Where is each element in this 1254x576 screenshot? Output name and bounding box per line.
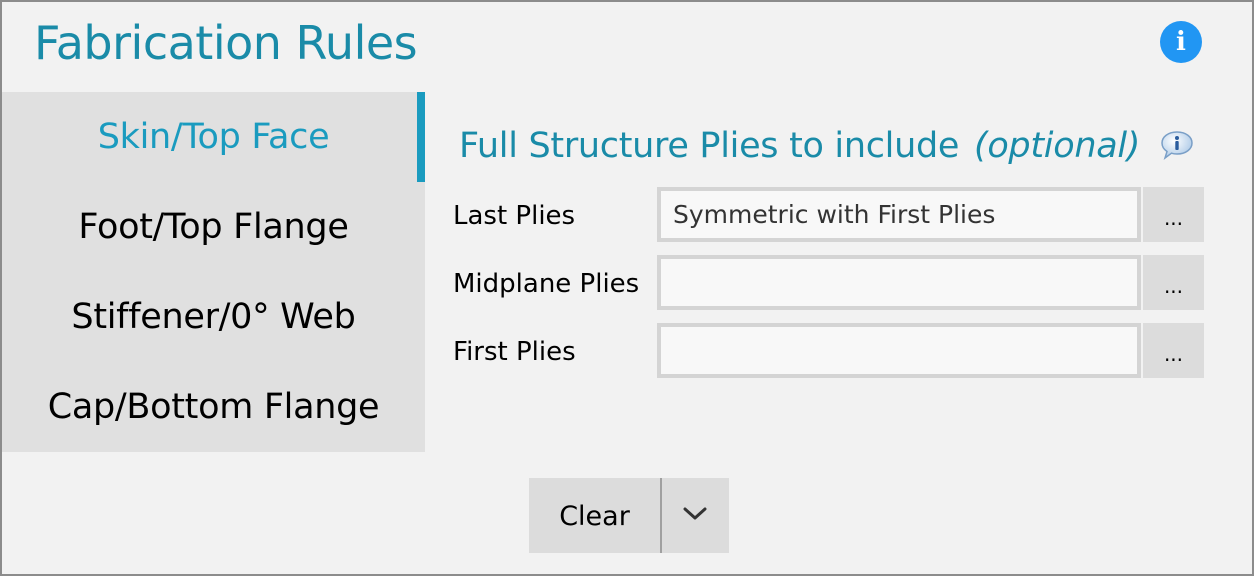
sidebar: Skin/Top Face Foot/Top Flange Stiffener/… <box>2 92 425 452</box>
info-circle-icon[interactable]: i <box>1160 21 1202 63</box>
sidebar-item-skin-top-face[interactable]: Skin/Top Face <box>2 92 425 182</box>
sidebar-item-foot-top-flange[interactable]: Foot/Top Flange <box>2 182 425 272</box>
page-title: Fabrication Rules <box>34 16 418 70</box>
first-plies-input[interactable] <box>657 323 1141 378</box>
info-bubble-icon[interactable] <box>1160 130 1194 160</box>
fabrication-rules-window: Fabrication Rules i Skin/Top Face Foot/T… <box>0 0 1254 576</box>
chevron-down-icon <box>683 507 707 520</box>
section-title-optional: (optional) <box>973 126 1141 166</box>
first-plies-label: First Plies <box>453 337 576 367</box>
last-plies-label: Last Plies <box>453 201 576 231</box>
last-plies-browse-button[interactable]: ... <box>1143 187 1204 242</box>
last-plies-input[interactable] <box>657 187 1141 242</box>
sidebar-item-cap-bottom-flange[interactable]: Cap/Bottom Flange <box>2 362 425 452</box>
active-tab-indicator <box>417 92 425 182</box>
midplane-plies-browse-button[interactable]: ... <box>1143 255 1204 310</box>
section-title-text: Full Structure Plies to include <box>459 126 960 166</box>
section-title: Full Structure Plies to include (optiona… <box>459 126 1140 166</box>
sidebar-item-stiffener-web[interactable]: Stiffener/0° Web <box>2 272 425 362</box>
first-plies-browse-button[interactable]: ... <box>1143 323 1204 378</box>
midplane-plies-label: Midplane Plies <box>453 269 640 299</box>
midplane-plies-input[interactable] <box>657 255 1141 310</box>
clear-dropdown-button[interactable] <box>662 478 729 553</box>
clear-button[interactable]: Clear <box>529 478 660 553</box>
